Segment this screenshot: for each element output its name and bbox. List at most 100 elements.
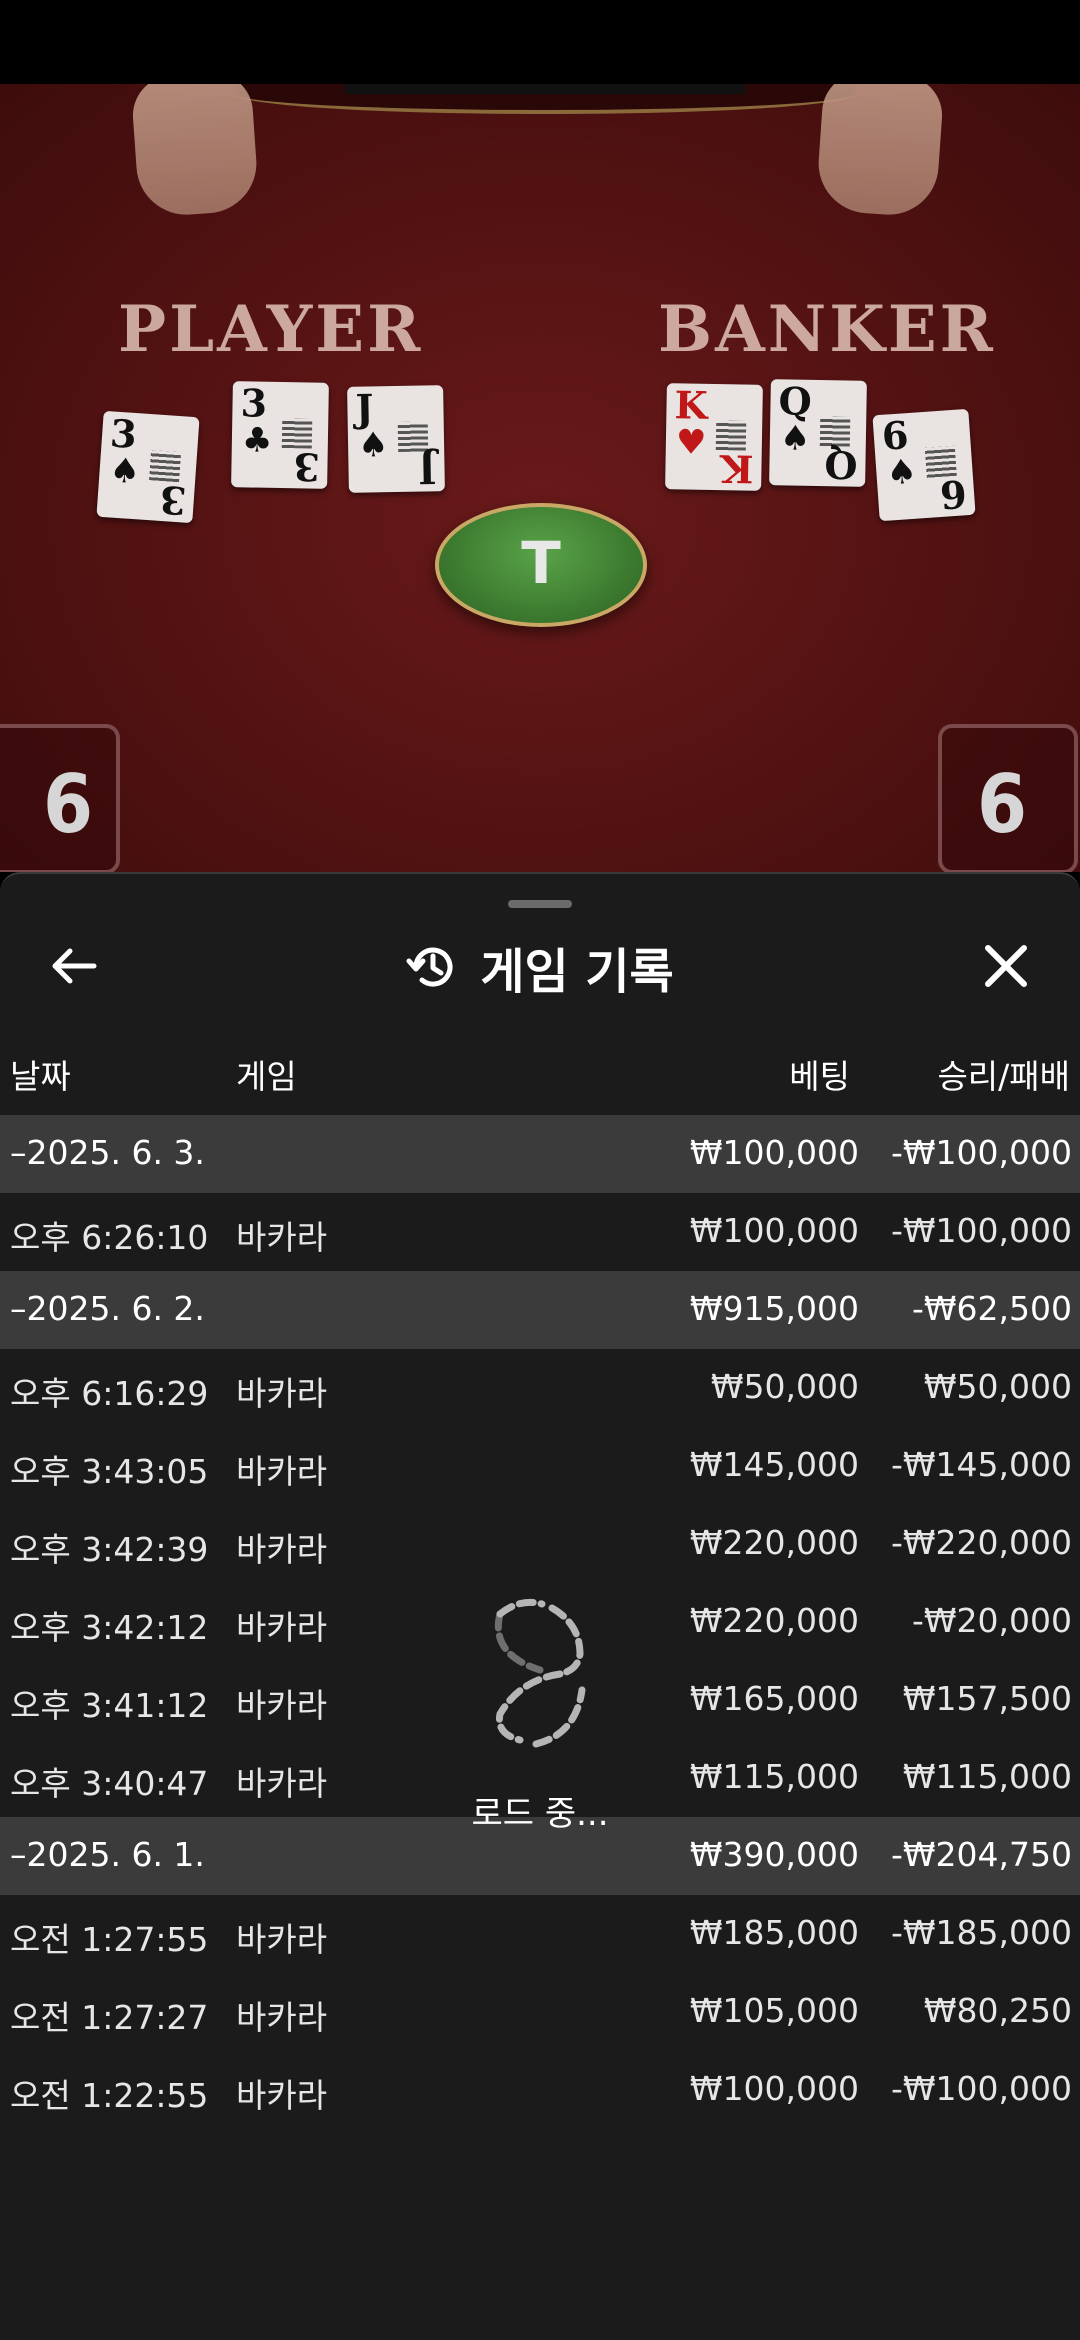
row-bet: ₩100,000 (689, 2069, 859, 2108)
row-winloss: ₩80,250 (923, 1991, 1072, 2030)
row-bet: ₩390,000 (689, 1835, 859, 1874)
row-date: 오전 1:22:55 (10, 2076, 209, 2115)
row-bet: ₩915,000 (689, 1289, 859, 1328)
card-suit-icon: ♠ (357, 425, 389, 466)
tie-result-chip: T (435, 503, 647, 627)
card-rank: 3 (108, 410, 139, 458)
row-game: 바카라 (236, 1686, 328, 1725)
card-rank: 3 (240, 380, 268, 426)
row-winloss: -₩204,750 (890, 1835, 1072, 1874)
dealer-right-hand (815, 84, 945, 219)
status-bar (0, 0, 1080, 84)
banker-card-2: Q ♠ Q (769, 378, 867, 488)
row-game: 바카라 (236, 1920, 328, 1959)
row-date: 오후 6:26:10 (10, 1218, 209, 1257)
date-group-row[interactable]: –2025. 6. 2. ₩915,000 -₩62,500 (0, 1271, 1080, 1349)
history-row[interactable]: 오전 1:22:55 바카라 ₩100,000 -₩100,000 (0, 2051, 1080, 2129)
panel-title: 게임 기록 (480, 944, 674, 1000)
card-suit-icon: ♥ (675, 422, 707, 463)
row-date: 오후 6:16:29 (10, 1374, 209, 1413)
close-icon (985, 945, 1027, 987)
player-card-1: 3 ♠ 3 (96, 410, 200, 524)
table-rail (235, 84, 855, 114)
row-winloss: -₩145,000 (890, 1445, 1072, 1484)
card-rank-inverted: K (720, 446, 754, 492)
game-history-panel: 게임 기록 날짜 게임 베팅 승리/패배 –2025. 6. 3. ₩100,00… (0, 872, 1080, 2340)
row-bet: ₩220,000 (689, 1601, 859, 1640)
row-game: 바카라 (236, 1764, 328, 1803)
card-suit-icon: ♠ (108, 450, 142, 493)
banker-card-3: 6 ♠ 6 (872, 408, 976, 522)
history-row[interactable]: 오후 3:42:39 바카라 ₩220,000 -₩220,000 (0, 1505, 1080, 1583)
date-group-row[interactable]: –2025. 6. 3. ₩100,000 -₩100,000 (0, 1115, 1080, 1193)
column-header-date: 날짜 (10, 1057, 71, 1096)
card-suit-icon: ♠ (779, 418, 811, 459)
live-video: PLAYER BANKER 3 ♠ 3 3 ♣ 3 J ♠ J K ♥ K Q ♠ Q 6 ♠ 6 T 6 6 (0, 84, 1080, 872)
card-rank: Q (778, 378, 813, 424)
row-winloss: -₩100,000 (890, 1211, 1072, 1250)
loading-spinner-icon (494, 1598, 586, 1748)
card-rank: 6 (880, 412, 910, 459)
loading-text: 로드 중... (471, 1794, 609, 1834)
column-header-bet: 베팅 (789, 1057, 850, 1096)
card-rank-inverted: 6 (938, 471, 968, 518)
row-game: 바카라 (236, 1998, 328, 2037)
card-suit-icon: ♠ (885, 451, 919, 494)
row-game: 바카라 (236, 1608, 328, 1647)
row-date: 오전 1:27:55 (10, 1920, 209, 1959)
row-winloss: ₩115,000 (902, 1757, 1072, 1796)
row-date: –2025. 6. 3. (10, 1133, 205, 1172)
row-bet: ₩100,000 (689, 1211, 859, 1250)
row-winloss: -₩62,500 (911, 1289, 1072, 1328)
row-winloss: -₩220,000 (890, 1523, 1072, 1562)
banker-score: 6 (976, 758, 1028, 851)
card-rank-inverted: 3 (157, 476, 188, 524)
history-row[interactable]: 오전 1:27:55 바카라 ₩185,000 -₩185,000 (0, 1895, 1080, 1973)
row-date: 오후 3:40:47 (10, 1764, 209, 1803)
row-bet: ₩105,000 (689, 1991, 859, 2030)
row-bet: ₩100,000 (689, 1133, 859, 1172)
close-button[interactable] (976, 936, 1036, 996)
tie-chip-letter: T (521, 529, 561, 597)
row-bet: ₩145,000 (689, 1445, 859, 1484)
card-rank-inverted: J (418, 447, 437, 493)
banker-label: BANKER (658, 292, 996, 367)
player-card-2: 3 ♣ 3 (231, 380, 329, 490)
row-date: 오후 3:42:39 (10, 1530, 209, 1569)
column-header-game: 게임 (236, 1057, 297, 1096)
row-game: 바카라 (236, 1452, 328, 1491)
row-date: –2025. 6. 2. (10, 1289, 205, 1328)
row-bet: ₩50,000 (710, 1367, 859, 1406)
drag-handle[interactable] (508, 900, 572, 908)
row-winloss: -₩100,000 (890, 1133, 1072, 1172)
card-rank: J (355, 385, 374, 431)
row-winloss: -₩20,000 (911, 1601, 1072, 1640)
player-score-box: 6 (0, 724, 120, 872)
row-game: 바카라 (236, 1530, 328, 1569)
row-date: 오전 1:27:27 (10, 1998, 209, 2037)
row-game: 바카라 (236, 1218, 328, 1257)
history-row[interactable]: 오후 6:16:29 바카라 ₩50,000 ₩50,000 (0, 1349, 1080, 1427)
banker-score-box: 6 (938, 724, 1078, 872)
loading-indicator: 로드 중... (440, 1594, 640, 1834)
history-row[interactable]: 오후 6:26:10 바카라 ₩100,000 -₩100,000 (0, 1193, 1080, 1271)
player-label: PLAYER (118, 292, 424, 367)
row-date: 오후 3:41:12 (10, 1686, 209, 1725)
row-game: 바카라 (236, 1374, 328, 1413)
dealer-left-hand (130, 84, 260, 219)
row-bet: ₩185,000 (689, 1913, 859, 1952)
row-bet: ₩220,000 (689, 1523, 859, 1562)
row-game: 바카라 (236, 2076, 328, 2115)
row-bet: ₩165,000 (689, 1679, 859, 1718)
history-row[interactable]: 오후 3:43:05 바카라 ₩145,000 -₩145,000 (0, 1427, 1080, 1505)
card-rank-inverted: Q (823, 442, 858, 488)
history-row[interactable]: 오전 1:27:27 바카라 ₩105,000 ₩80,250 (0, 1973, 1080, 2051)
row-bet: ₩115,000 (689, 1757, 859, 1796)
history-icon (406, 947, 453, 987)
row-winloss: -₩100,000 (890, 2069, 1072, 2108)
table-header: 날짜 게임 베팅 승리/패배 (0, 1044, 1080, 1104)
row-date: –2025. 6. 1. (10, 1835, 205, 1874)
player-card-3: J ♠ J (347, 385, 445, 493)
row-winloss: -₩185,000 (890, 1913, 1072, 1952)
panel-header: 게임 기록 (0, 932, 1080, 1002)
